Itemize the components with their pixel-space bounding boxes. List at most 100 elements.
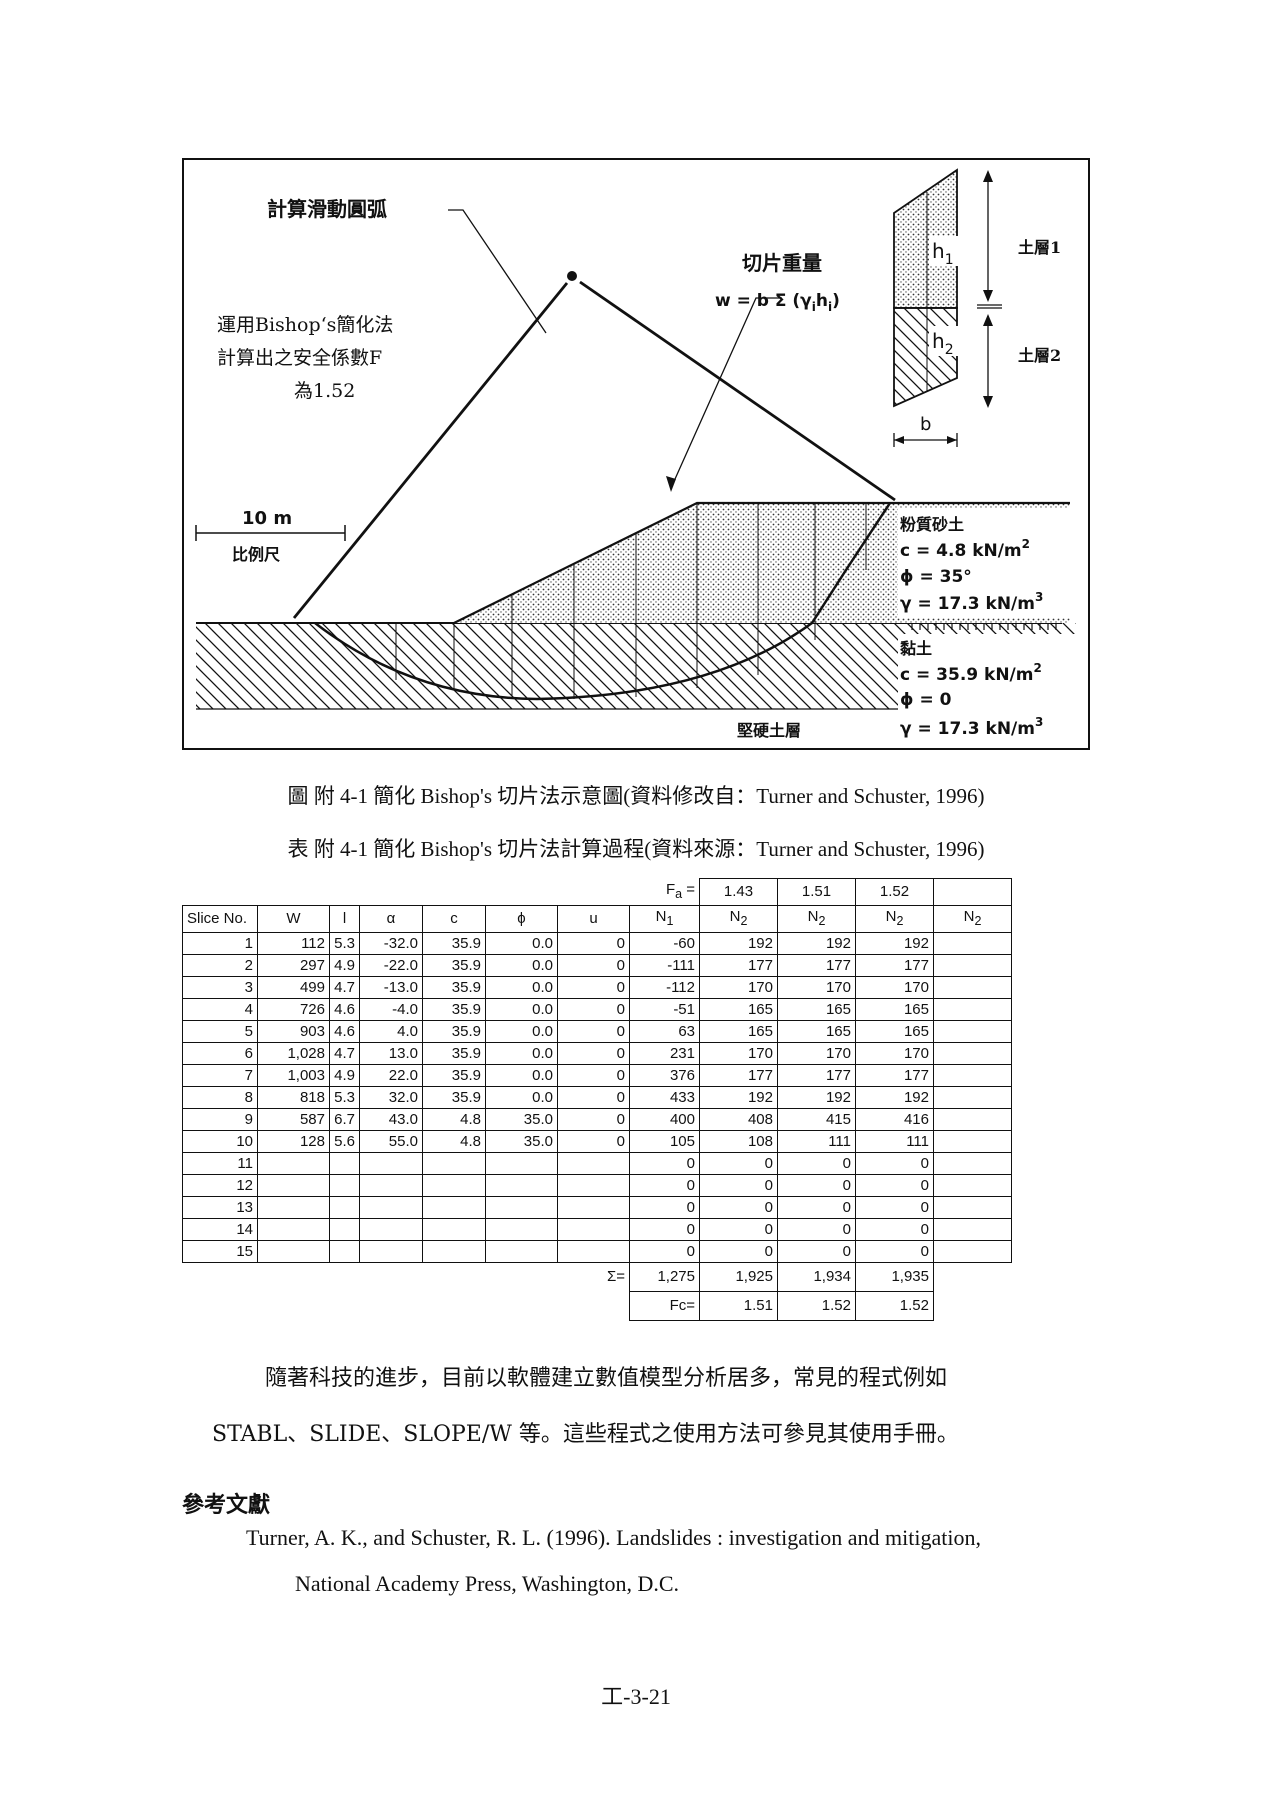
- fa-value: 1.43: [699, 878, 778, 906]
- table-row: 8 818 5.3 32.0 35.9 0.0 0 433 192 192 192: [182, 1085, 1012, 1109]
- table-cell: 177: [699, 953, 778, 977]
- fa-value: 1.52: [855, 878, 934, 906]
- figure-caption: 圖 附 4-1 簡化 Bishop's 切片法示意圖(資料修改自：Turner …: [287, 784, 985, 808]
- table-cell: 0.0: [485, 953, 558, 977]
- table-cell: 0: [629, 1239, 700, 1263]
- table-cell: 14: [182, 1217, 258, 1241]
- soil2-cohesion: c = 35.9 kN/m2: [900, 661, 1042, 685]
- fa-value: 1.51: [777, 878, 856, 906]
- table-cell: 6: [182, 1041, 258, 1065]
- header-cell: N2: [855, 904, 934, 933]
- table-cell: 170: [855, 1041, 934, 1065]
- table-cell: 177: [777, 953, 856, 977]
- table-cell: 177: [777, 1063, 856, 1087]
- table-cell: 128: [257, 1129, 330, 1153]
- table-cell: 35.9: [422, 1063, 486, 1087]
- table-cell: 0: [557, 1107, 630, 1131]
- fc-value: 1.52: [777, 1290, 856, 1321]
- paragraph-line-2: STABL、SLIDE、SLOPE/W 等。這些程式之使用方法可參見其使用手冊。: [212, 1422, 959, 1447]
- fa-row: Fa = 1.43 1.51 1.52: [183, 878, 1012, 906]
- slice-weight-title: 切片重量: [742, 251, 822, 275]
- table-cell: [933, 997, 1012, 1021]
- table-cell: -32.0: [359, 931, 423, 955]
- table-cell: [485, 1151, 558, 1175]
- table-cell: 170: [777, 975, 856, 999]
- table-cell: 4.9: [329, 953, 360, 977]
- table-cell: 903: [257, 1019, 330, 1043]
- table-row: 2 297 4.9 -22.0 35.9 0.0 0 -111 177 177 177: [182, 953, 1012, 977]
- table-cell: 35.9: [422, 953, 486, 977]
- table-cell: 4.7: [329, 975, 360, 999]
- table-cell: 192: [699, 931, 778, 955]
- table-cell: [485, 1239, 558, 1263]
- table-cell: 32.0: [359, 1085, 423, 1109]
- table-row: 13 0 0 0 0: [182, 1195, 1012, 1219]
- table-cell: 0: [557, 931, 630, 955]
- table-cell: 22.0: [359, 1063, 423, 1087]
- table-cell: 499: [257, 975, 330, 999]
- table-cell: [933, 1063, 1012, 1087]
- table-cell: 0: [777, 1239, 856, 1263]
- table-cell: 231: [629, 1041, 700, 1065]
- table-cell: 177: [855, 953, 934, 977]
- table-cell: 0: [699, 1173, 778, 1197]
- table-cell: 7: [182, 1063, 258, 1087]
- table-cell: 4.8: [422, 1129, 486, 1153]
- table-cell: 0: [777, 1217, 856, 1241]
- table-cell: 170: [777, 1041, 856, 1065]
- table-cell: 13.0: [359, 1041, 423, 1065]
- table-cell: [557, 1151, 630, 1175]
- table-cell: 0.0: [485, 1019, 558, 1043]
- table-cell: [933, 1217, 1012, 1241]
- table-cell: 0.0: [485, 1041, 558, 1065]
- table-cell: 0: [777, 1195, 856, 1219]
- layer2-label: 土層2: [1018, 346, 1061, 365]
- table-cell: 165: [699, 1019, 778, 1043]
- bishop-label-line3: 為1.52: [294, 380, 355, 402]
- table-cell: 0: [557, 997, 630, 1021]
- table-cell: 192: [855, 931, 934, 955]
- table-cell: 0: [699, 1195, 778, 1219]
- table-cell: [359, 1217, 423, 1241]
- table-cell: 5.6: [329, 1129, 360, 1153]
- table-cell: -51: [629, 997, 700, 1021]
- table-cell: 0.0: [485, 975, 558, 999]
- table-cell: [329, 1151, 360, 1175]
- table-cell: [933, 931, 1012, 955]
- table-cell: 10: [182, 1129, 258, 1153]
- table-cell: 408: [699, 1107, 778, 1131]
- table-cell: 35.9: [422, 1019, 486, 1043]
- table-cell: 2: [182, 953, 258, 977]
- table-cell: 6.7: [329, 1107, 360, 1131]
- layer-dimension-arrows: [977, 176, 1002, 402]
- table-row: 11 0 0 0 0: [182, 1151, 1012, 1175]
- table-cell: 0.0: [485, 1063, 558, 1087]
- table-cell: [257, 1151, 330, 1175]
- table-cell: 4.8: [422, 1107, 486, 1131]
- table-cell: 4.6: [329, 997, 360, 1021]
- table-cell: 177: [855, 1063, 934, 1087]
- table-row: 4 726 4.6 -4.0 35.9 0.0 0 -51 165 165 165: [182, 997, 1012, 1021]
- table-row: 3 499 4.7 -13.0 35.9 0.0 0 -112 170 170 170: [182, 975, 1012, 999]
- header-cell: N2: [699, 904, 778, 933]
- table-cell: 0: [629, 1151, 700, 1175]
- table-row: 9 587 6.7 43.0 4.8 35.0 0 400 408 415 416: [182, 1107, 1012, 1131]
- table-cell: 43.0: [359, 1107, 423, 1131]
- soil2-unit-weight: γ = 17.3 kN/m3: [900, 715, 1043, 739]
- table-cell: [422, 1195, 486, 1219]
- table-cell: 0: [855, 1239, 934, 1263]
- table-row: 1 112 5.3 -32.0 35.9 0.0 0 -60 192 192 192: [182, 931, 1012, 955]
- table-cell: [933, 953, 1012, 977]
- slice-weight-leader: [670, 297, 782, 489]
- table-cell: 0: [557, 975, 630, 999]
- hard-layer-label: 堅硬土層: [737, 721, 801, 740]
- table-cell: [557, 1195, 630, 1219]
- bishop-calculation-table: Fa = 1.43 1.51 1.52 Slice No. W l α c ϕ …: [182, 878, 1012, 1321]
- table-cell: 111: [855, 1129, 934, 1153]
- table-cell: 9: [182, 1107, 258, 1131]
- arc-label-leader: [448, 209, 547, 334]
- table-cell: [329, 1173, 360, 1197]
- table-cell: 0: [557, 1085, 630, 1109]
- table-cell: 0.0: [485, 931, 558, 955]
- table-cell: [933, 1239, 1012, 1263]
